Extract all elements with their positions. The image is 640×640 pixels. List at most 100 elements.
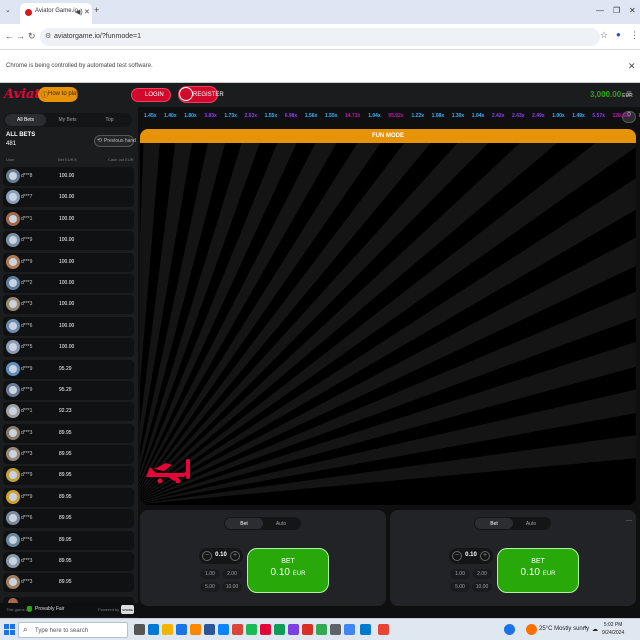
forward-icon[interactable]: →	[16, 31, 25, 41]
multiplier-badge[interactable]: 1.49x	[572, 113, 585, 119]
vscode-icon[interactable]	[360, 624, 371, 635]
app-icon[interactable]	[274, 624, 285, 635]
stake-value[interactable]: 0.10	[463, 552, 479, 558]
hamburger-menu-icon[interactable]: ≡	[626, 89, 632, 100]
multiplier-badge[interactable]: 1.56x	[305, 113, 318, 119]
menu-icon[interactable]: ⋮	[630, 30, 639, 41]
store-icon[interactable]	[176, 624, 187, 635]
tab-bet[interactable]: Bet	[475, 518, 513, 529]
chevron-down-icon[interactable]: ⌄	[5, 6, 11, 14]
bet-username: d***1	[21, 408, 33, 415]
weather-text[interactable]: 25°C Mostly sunny	[539, 626, 589, 632]
spotify-icon[interactable]	[246, 624, 257, 635]
app-icon[interactable]	[316, 624, 327, 635]
quick-stake-button[interactable]: 5.00	[200, 582, 220, 592]
multiplier-badge[interactable]: 1.08x	[432, 113, 445, 119]
taskbar-search[interactable]: ⌕ Type here to search	[18, 622, 128, 638]
url-field[interactable]: ⚙ aviatorgame.io/?funmode=1	[40, 28, 600, 46]
close-icon[interactable]: ✕	[628, 61, 636, 72]
tab-auto[interactable]: Auto	[512, 518, 550, 529]
profile-icon[interactable]: ●	[616, 30, 621, 39]
chrome-icon[interactable]	[232, 624, 243, 635]
app-icon[interactable]	[302, 624, 313, 635]
previous-hand-button[interactable]: ⟲ Previous hand	[94, 135, 136, 147]
multiplier-badge[interactable]: 128.60x	[613, 113, 631, 119]
quick-stake-button[interactable]: 1.00	[200, 569, 220, 579]
plus-icon[interactable]: +	[94, 5, 99, 15]
file-explorer-icon[interactable]	[162, 624, 173, 635]
multiplier-badge[interactable]: 1.40x	[164, 113, 177, 119]
register-button[interactable]: REGISTER	[178, 86, 224, 103]
mute-icon[interactable]: ◀)	[75, 8, 83, 16]
plus-button[interactable]: +	[230, 551, 240, 561]
multiplier-badge[interactable]: 1.04x	[368, 113, 381, 119]
tab-top[interactable]: Top	[89, 114, 130, 126]
app-icon[interactable]	[344, 624, 355, 635]
windows-start-icon[interactable]	[4, 624, 15, 635]
quick-stake-button[interactable]: 10.00	[472, 582, 492, 592]
minimize-panel-icon[interactable]: —	[626, 518, 632, 524]
app-icon[interactable]	[260, 624, 271, 635]
multiplier-badge[interactable]: 6.98x	[285, 113, 298, 119]
system-clock[interactable]: 5:02 PM 9/24/2024	[602, 621, 624, 637]
quick-stake-button[interactable]: 2.00	[222, 569, 242, 579]
multiplier-badge[interactable]: 2.63x	[245, 113, 258, 119]
multiplier-badge[interactable]: 2.49x	[532, 113, 545, 119]
minimize-icon[interactable]: —	[596, 6, 604, 15]
stake-value[interactable]: 0.10	[213, 552, 229, 558]
quick-stake-button[interactable]: 10.00	[222, 582, 242, 592]
login-button[interactable]: LOGIN	[131, 88, 171, 102]
multiplier-badge[interactable]: 1.73x	[224, 113, 237, 119]
quick-stake-button[interactable]: 1.00	[450, 569, 470, 579]
multiplier-badge[interactable]: 2.42x	[492, 113, 505, 119]
app-icon[interactable]	[330, 624, 341, 635]
tab-bet[interactable]: Bet	[225, 518, 263, 529]
mail-icon[interactable]	[218, 624, 229, 635]
copilot-icon[interactable]	[504, 624, 515, 635]
edge-icon[interactable]	[148, 624, 159, 635]
multiplier-badge[interactable]: 1.22x	[412, 113, 425, 119]
window-close-icon[interactable]: ✕	[629, 6, 636, 15]
tab-all-bets[interactable]: All Bets	[5, 114, 46, 126]
restore-icon[interactable]: ❐	[613, 6, 620, 15]
quick-stake-button[interactable]: 5.00	[450, 582, 470, 592]
multiplier-badge[interactable]: 2.43x	[512, 113, 525, 119]
plus-button[interactable]: +	[480, 551, 490, 561]
multiplier-badge[interactable]: 1.00x	[552, 113, 565, 119]
bet-button[interactable]: BET 0.10 EUR	[247, 548, 329, 593]
tray-chevron-icon[interactable]: ^	[584, 626, 587, 632]
provably-fair-link[interactable]: Provably Fair	[35, 606, 64, 612]
multiplier-badge[interactable]: 95.92x	[388, 113, 403, 119]
vlc-icon[interactable]	[190, 624, 201, 635]
multiplier-badge[interactable]: 1.04x	[472, 113, 485, 119]
multiplier-badge[interactable]: 5.57x	[592, 113, 605, 119]
multiplier-badge[interactable]: 1.30x	[452, 113, 465, 119]
multiplier-badge[interactable]: 1.55x	[325, 113, 338, 119]
multiplier-badge[interactable]: 1.45x	[144, 113, 157, 119]
quick-stake-button[interactable]: 2.00	[472, 569, 492, 579]
task-view-icon[interactable]	[134, 624, 145, 635]
register-label: REGISTER	[193, 92, 224, 98]
site-info-icon[interactable]: ⚙	[45, 32, 51, 40]
multiplier-badge[interactable]: 1.55x	[265, 113, 278, 119]
close-icon[interactable]: ✕	[84, 8, 90, 16]
multiplier-badge[interactable]: 3.83x	[204, 113, 217, 119]
bet-button[interactable]: BET 0.10 EUR	[497, 548, 579, 593]
multiplier-badge[interactable]: 14.71x	[345, 113, 360, 119]
weather-icon[interactable]	[526, 624, 537, 635]
network-icon[interactable]: ☁	[592, 626, 598, 633]
chrome-active-icon[interactable]	[378, 624, 389, 635]
tab-my-bets[interactable]: My Bets	[47, 114, 88, 126]
how-to-play-button[interactable]: ⓘ How to play	[38, 87, 79, 102]
minus-button[interactable]: −	[452, 551, 462, 561]
reload-icon[interactable]: ↻	[28, 31, 36, 42]
bet-panel-2: Bet Auto — − 0.10 + 1.00 2.00 5.00 10.00…	[390, 510, 636, 606]
tab-auto[interactable]: Auto	[262, 518, 300, 529]
app-icon[interactable]	[288, 624, 299, 635]
browser-tab[interactable]: Aviator Game.io ◀) ✕	[20, 3, 92, 24]
multiplier-badge[interactable]: 1.80x	[184, 113, 197, 119]
minus-button[interactable]: −	[202, 551, 212, 561]
back-icon[interactable]: ←	[5, 31, 14, 41]
star-icon[interactable]: ☆	[600, 30, 608, 41]
word-icon[interactable]	[204, 624, 215, 635]
